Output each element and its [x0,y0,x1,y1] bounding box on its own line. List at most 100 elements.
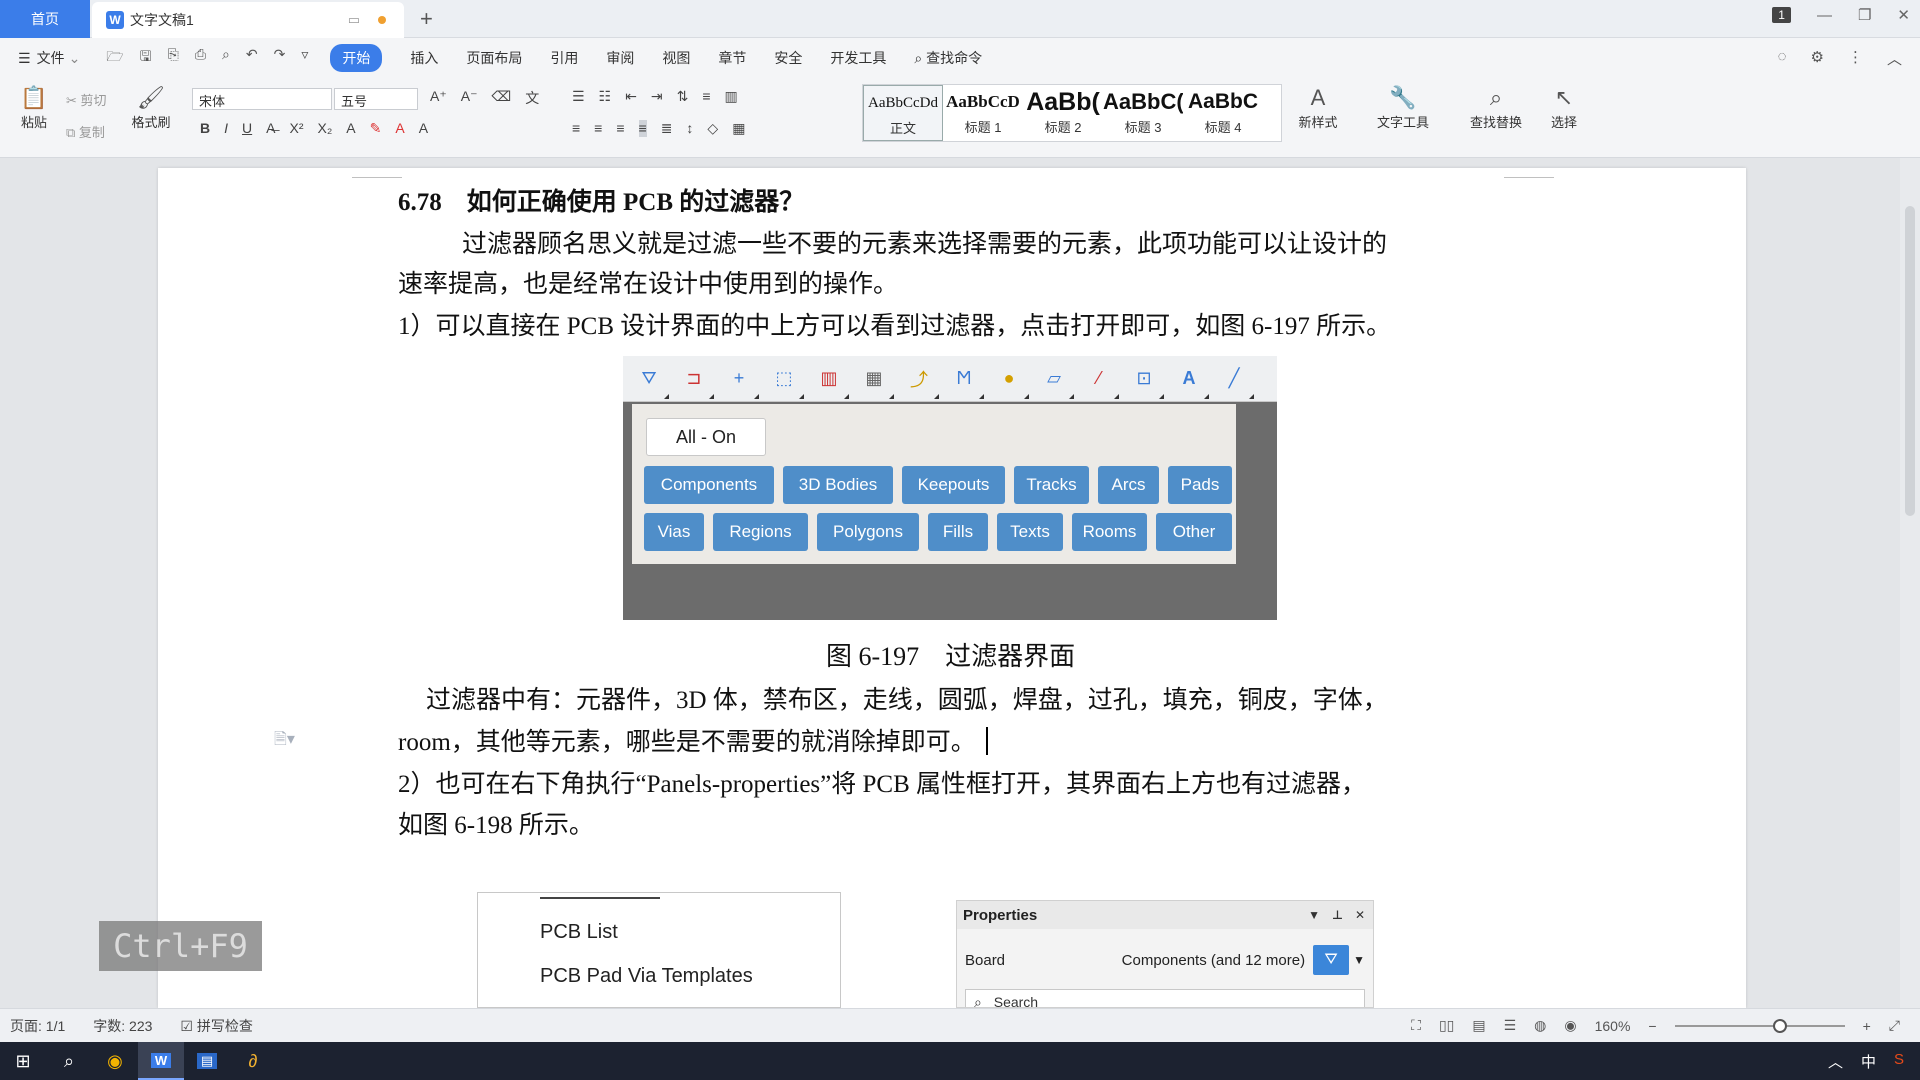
all-on-button[interactable]: All - On [646,418,766,456]
zoom-level[interactable]: 160% [1595,1018,1631,1034]
print-preview-icon[interactable]: ⌕ [222,46,230,70]
fullscreen-icon[interactable]: ⛶ [1411,1017,1421,1034]
text-icon[interactable]: A [1177,367,1209,399]
menu-tab-developer[interactable]: 开发工具 [830,48,886,68]
pad-icon[interactable]: ● [997,367,1029,399]
menu-tab-layout[interactable]: 页面布局 [466,48,522,68]
customize-icon[interactable]: ▿ [301,46,308,70]
style-heading-4[interactable]: AaBbC 标题 4 [1183,85,1263,141]
italic-icon[interactable]: I [224,120,228,137]
align-right-icon[interactable]: ≡ [616,120,624,137]
page-indicator[interactable]: 页面: 1/1 [10,1016,65,1036]
word-count[interactable]: 字数: 223 [93,1016,152,1036]
chart-icon[interactable]: ▥ [817,367,849,399]
select-rect-icon[interactable]: ⬚ [772,367,804,399]
style-heading-2[interactable]: AaBb( 标题 2 [1023,85,1103,141]
altium-taskbar-icon[interactable]: ∂ [230,1042,276,1080]
filter-chip[interactable]: Fills [928,513,988,551]
subscript-icon[interactable]: X₂ [317,120,332,137]
more-icon[interactable]: ⋮ [1848,48,1863,69]
pin-icon[interactable]: ⊥ [1332,908,1343,922]
filter-chip[interactable]: Vias [644,513,704,551]
polygon-icon[interactable]: ▱ [1042,367,1074,399]
fit-window-icon[interactable]: ⤢ [1889,1017,1900,1034]
route-icon[interactable]: ⊐ [682,367,714,399]
new-style-button[interactable]: A 新样式 [1288,84,1348,131]
menu-tab-security[interactable]: 安全 [774,48,802,68]
comment-icon[interactable]: ◌ [1778,48,1787,69]
decrease-indent-icon[interactable]: ⇤ [625,88,637,105]
scrollbar-thumb[interactable] [1905,206,1915,516]
zoom-slider-knob[interactable] [1772,1018,1787,1033]
window-count-badge[interactable]: 1 [1772,7,1791,23]
differential-pair-icon[interactable]: Ϻ [952,367,984,399]
hamburger-icon[interactable]: ☰ [18,50,31,67]
ime-indicator[interactable]: 中 [1861,1051,1876,1072]
interactive-route-icon[interactable]: ⤴ [907,367,939,399]
menu-tab-review[interactable]: 审阅 [606,48,634,68]
filter-chip[interactable]: Regions [713,513,808,551]
app-taskbar-icon[interactable]: ▤ [184,1042,230,1080]
wps-writer-taskbar-icon[interactable]: W [138,1042,184,1080]
style-heading-1[interactable]: AaBbCcD 标题 1 [943,85,1023,141]
gear-icon[interactable]: ⚙ [1811,48,1824,69]
menu-tab-section[interactable]: 章节 [718,48,746,68]
menu-tab-start[interactable]: 开始 [330,44,383,72]
filter-chip[interactable]: Texts [997,513,1063,551]
font-color-icon[interactable]: A [395,120,404,137]
distributed-icon[interactable]: ≣ [661,120,673,137]
menu-tab-insert[interactable]: 插入 [410,48,438,68]
cut-button[interactable]: ✂ 剪切 [66,90,107,109]
underline-icon[interactable]: U [242,120,252,137]
text-tools-button[interactable]: 🔧 文字工具 [1366,84,1440,131]
sogou-ime-icon[interactable]: S [1894,1051,1904,1072]
columns-icon[interactable]: ▥ [725,88,738,105]
close-icon[interactable]: ✕ [1355,908,1365,922]
line-spacing-icon[interactable]: ↕ [686,120,693,137]
save-icon[interactable]: 🖫 [140,46,152,70]
windows-start-icon[interactable]: ⊞ [0,1042,46,1080]
menu-file[interactable]: 文件 [37,48,65,68]
export-icon[interactable]: ⎘ [168,46,179,70]
collapse-ribbon-icon[interactable]: ︿ [1887,48,1902,69]
tab-document[interactable]: W 文字文稿1 ▭ [92,2,404,38]
para-spacing-icon[interactable]: ≡ [702,88,710,105]
paragraph-layout-icon[interactable]: 🗎▾ [274,728,295,755]
search-icon[interactable]: ⌕ [46,1042,92,1080]
print-icon[interactable]: ⎙ [195,46,206,70]
new-tab-button[interactable]: + [420,6,433,32]
chevron-up-icon[interactable]: ︿ [1828,1051,1843,1072]
paste-button[interactable]: 📋 粘贴 [12,84,56,131]
align-left-icon[interactable]: ≡ [572,120,580,137]
highlight-icon[interactable]: ✎ [370,120,382,137]
numbering-icon[interactable]: ☷ [599,88,612,105]
outline-view-icon[interactable]: ☰ [1504,1017,1517,1034]
dimension-icon[interactable]: ⊡ [1132,367,1164,399]
sort-icon[interactable]: ⇅ [677,88,689,105]
format-painter-button[interactable]: 🖌 格式刷 [126,84,176,131]
shading-icon[interactable]: ◇ [707,120,718,137]
filter-chip[interactable]: Arcs [1098,466,1159,504]
filter-chip[interactable]: Rooms [1072,513,1147,551]
superscript-icon[interactable]: X² [289,120,303,137]
menu-tab-view[interactable]: 视图 [662,48,690,68]
filter-chip[interactable]: 3D Bodies [783,466,893,504]
font-size-select[interactable]: 五号 [334,88,418,110]
open-folder-icon[interactable]: 🗁 [106,46,123,70]
zoom-in-icon[interactable]: + [1863,1018,1871,1034]
restore-icon[interactable]: ❐ [1858,6,1871,24]
dropdown-icon[interactable]: ▼ [1308,908,1320,922]
line-icon[interactable]: ╱ [1222,367,1254,399]
borders-icon[interactable]: ▦ [732,120,745,137]
search-command[interactable]: ⌕ 查找命令 [914,48,982,68]
chevron-down-icon[interactable]: ▼ [1353,953,1365,967]
clear-format-icon[interactable]: ⌫ [491,88,511,108]
properties-search-input[interactable]: ⌕ Search [965,989,1365,1007]
zoom-slider[interactable] [1674,1018,1845,1033]
filter-chip[interactable]: Components [644,466,774,504]
justify-icon[interactable]: ≡ [638,120,647,137]
select-button[interactable]: ↖ 选择 [1542,84,1586,131]
minimize-icon[interactable]: — [1817,7,1832,24]
char-shading-icon[interactable]: A [419,120,428,137]
font-name-select[interactable]: 宋体 [192,88,332,110]
